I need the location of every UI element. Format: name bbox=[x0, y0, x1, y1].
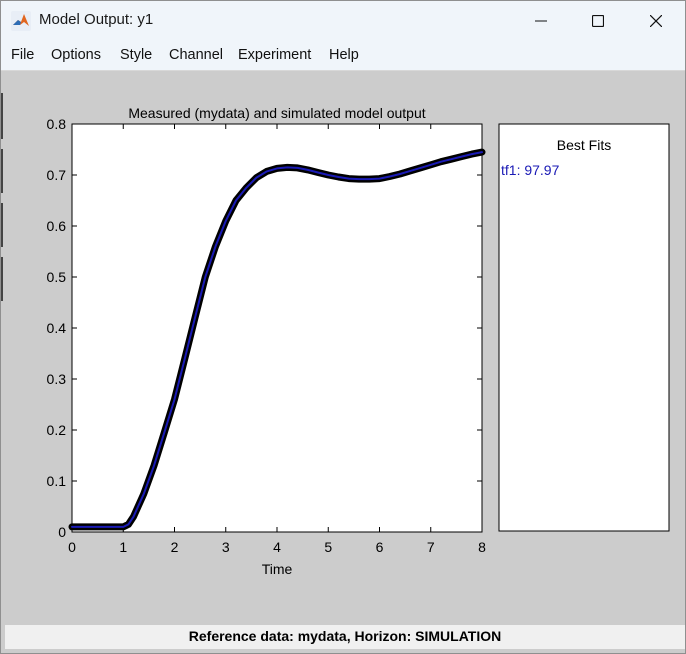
output-plot[interactable]: Measured (mydata) and simulated model ou… bbox=[1, 71, 685, 625]
y-tick-label: 0.5 bbox=[47, 269, 67, 285]
close-icon bbox=[650, 14, 662, 27]
x-tick-label: 0 bbox=[68, 539, 76, 555]
status-bar: Reference data: mydata, Horizon: SIMULAT… bbox=[5, 625, 685, 649]
close-button[interactable] bbox=[626, 1, 686, 40]
menu-bar: File Options Style Channel Experiment He… bbox=[1, 40, 685, 71]
y-tick-label: 0.8 bbox=[47, 116, 67, 132]
best-fit-entry-tf1[interactable]: tf1: 97.97 bbox=[501, 162, 560, 178]
model-output-window: Model Output: y1 File Options Style Chan… bbox=[0, 0, 686, 654]
x-tick-label: 6 bbox=[376, 539, 384, 555]
x-tick-label: 3 bbox=[222, 539, 230, 555]
chart-title: Measured (mydata) and simulated model ou… bbox=[128, 105, 425, 121]
x-tick-label: 5 bbox=[324, 539, 332, 555]
minimize-button[interactable] bbox=[511, 1, 571, 40]
matlab-app-icon bbox=[11, 11, 31, 31]
y-tick-label: 0.6 bbox=[47, 218, 67, 234]
menu-experiment[interactable]: Experiment bbox=[238, 47, 311, 63]
plot-axes-box bbox=[71, 123, 483, 533]
x-tick-label: 8 bbox=[478, 539, 486, 555]
y-tick-label: 0.7 bbox=[47, 167, 67, 183]
maximize-button[interactable] bbox=[568, 1, 628, 40]
title-bar[interactable]: Model Output: y1 bbox=[1, 1, 685, 40]
menu-channel[interactable]: Channel bbox=[169, 47, 223, 63]
y-tick-label: 0.2 bbox=[47, 422, 67, 438]
best-fits-title: Best Fits bbox=[557, 137, 611, 153]
y-tick-label: 0 bbox=[58, 524, 66, 540]
menu-help[interactable]: Help bbox=[329, 47, 359, 63]
x-tick-label: 2 bbox=[171, 539, 179, 555]
menu-file[interactable]: File bbox=[11, 47, 34, 63]
x-axis-label: Time bbox=[262, 561, 293, 577]
best-fits-panel bbox=[498, 123, 670, 532]
window-title: Model Output: y1 bbox=[39, 11, 154, 28]
y-tick-label: 0.1 bbox=[47, 473, 67, 489]
menu-style[interactable]: Style bbox=[120, 47, 152, 63]
x-tick-label: 4 bbox=[273, 539, 281, 555]
menu-options[interactable]: Options bbox=[51, 47, 101, 63]
y-tick-label: 0.4 bbox=[47, 320, 67, 336]
minimize-icon bbox=[535, 20, 547, 21]
x-tick-label: 1 bbox=[119, 539, 127, 555]
x-tick-label: 7 bbox=[427, 539, 435, 555]
maximize-icon bbox=[592, 14, 604, 27]
y-tick-label: 0.3 bbox=[47, 371, 67, 387]
